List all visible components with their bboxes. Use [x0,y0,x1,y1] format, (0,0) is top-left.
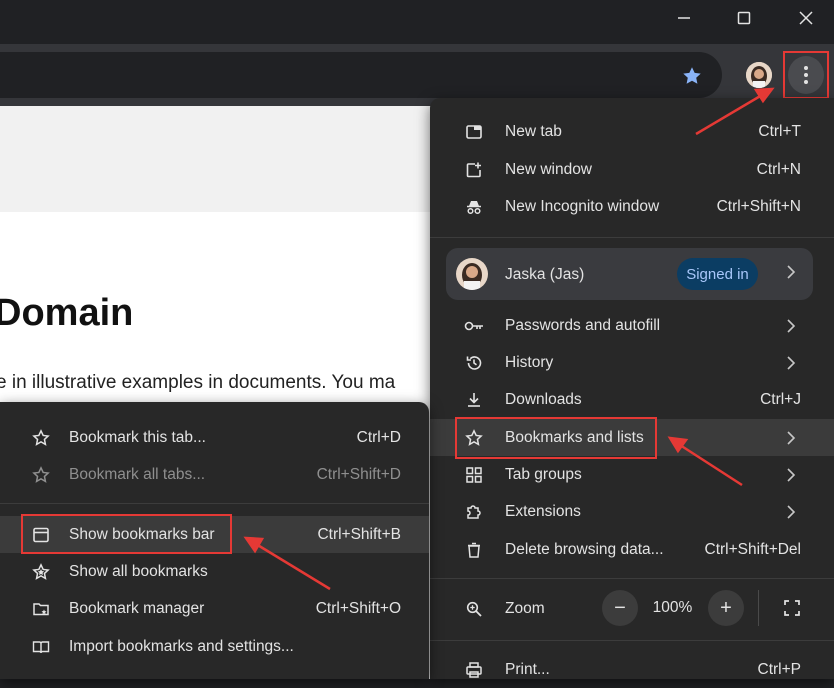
arrow-to-show-bookmarks-bar [255,542,331,591]
arrow-head [667,436,689,454]
arrow-to-menu-button [695,93,763,136]
annotation-arrows [243,87,775,591]
arrow-head [243,536,265,554]
arrow-head [753,87,775,104]
arrow-to-bookmarks [679,443,743,487]
